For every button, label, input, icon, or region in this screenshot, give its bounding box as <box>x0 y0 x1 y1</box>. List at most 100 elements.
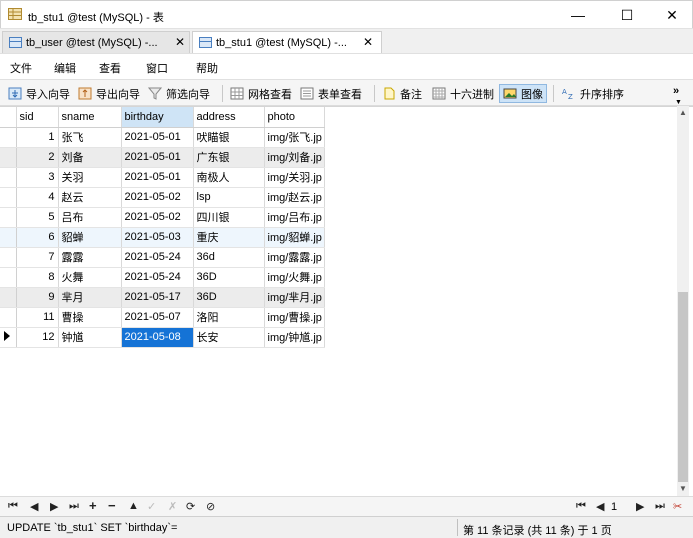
cell-birthday[interactable]: 2021-05-01 <box>121 127 194 148</box>
refresh-button[interactable]: ⟳ <box>186 500 195 513</box>
last-record-button[interactable]: ⏭ <box>69 500 79 513</box>
cell-sname[interactable]: 刘备 <box>58 147 122 168</box>
cell-photo[interactable]: img/火舞.jp <box>264 267 325 288</box>
cell-address[interactable]: 长安 <box>193 327 265 348</box>
cell-sid[interactable]: 9 <box>16 287 59 308</box>
table-row[interactable]: 8 火舞 2021-05-24 36D img/火舞.jp <box>0 267 325 288</box>
cell-photo[interactable]: img/关羽.jp <box>264 167 325 188</box>
column-header-sname[interactable]: sname <box>58 107 122 128</box>
cell-sname[interactable]: 赵云 <box>58 187 122 208</box>
menu-help[interactable]: 帮助 <box>196 60 218 76</box>
row-indicator[interactable] <box>0 127 17 148</box>
export-wizard-button[interactable]: 导出向导 <box>78 84 140 103</box>
import-wizard-button[interactable]: 导入向导 <box>8 84 70 103</box>
first-record-button[interactable]: ⏮ <box>8 500 18 513</box>
cell-sid[interactable]: 4 <box>16 187 59 208</box>
scrollbar-thumb[interactable] <box>678 292 688 482</box>
table-row[interactable]: 3 关羽 2021-05-01 南极人 img/关羽.jp <box>0 167 325 188</box>
page-number-input[interactable] <box>611 499 631 514</box>
close-tab-icon[interactable]: ✕ <box>175 35 185 49</box>
image-view-button[interactable]: 图像 <box>499 84 547 103</box>
row-indicator[interactable] <box>0 227 17 248</box>
maximize-button[interactable]: ☐ <box>612 5 642 25</box>
cell-photo[interactable]: img/露露.jp <box>264 247 325 268</box>
column-header-address[interactable]: address <box>193 107 265 128</box>
cell-sname[interactable]: 吕布 <box>58 207 122 228</box>
row-indicator[interactable] <box>0 287 17 308</box>
move-up-button[interactable]: ▲ <box>128 500 139 512</box>
menu-edit[interactable]: 编辑 <box>54 60 76 76</box>
row-indicator[interactable] <box>0 307 17 328</box>
cell-birthday[interactable]: 2021-05-07 <box>121 307 194 328</box>
cell-address[interactable]: 重庆 <box>193 227 265 248</box>
cell-address[interactable]: 吠瞄银 <box>193 127 265 148</box>
next-record-button[interactable]: ▶ <box>50 500 58 513</box>
cell-birthday[interactable]: 2021-05-08 <box>121 327 194 348</box>
cell-sid[interactable]: 3 <box>16 167 59 188</box>
cell-sid[interactable]: 6 <box>16 227 59 248</box>
cell-birthday[interactable]: 2021-05-02 <box>121 207 194 228</box>
tab-tb-user[interactable]: tb_user @test (MySQL) -... ✕ <box>2 31 190 54</box>
next-page-button[interactable]: ▶ <box>636 500 644 513</box>
cell-birthday[interactable]: 2021-05-03 <box>121 227 194 248</box>
table-row[interactable]: 7 露露 2021-05-24 36d img/露露.jp <box>0 247 325 268</box>
cell-sname[interactable]: 芈月 <box>58 287 122 308</box>
cell-sname[interactable]: 关羽 <box>58 167 122 188</box>
menu-window[interactable]: 窗口 <box>146 60 168 76</box>
form-view-button[interactable]: 表单查看 <box>300 84 362 103</box>
row-indicator[interactable] <box>0 167 17 188</box>
cell-address[interactable]: lsp <box>193 187 265 208</box>
cell-address[interactable]: 南极人 <box>193 167 265 188</box>
table-row[interactable]: 5 吕布 2021-05-02 四川银 img/吕布.jp <box>0 207 325 228</box>
cell-sid[interactable]: 7 <box>16 247 59 268</box>
cell-address[interactable]: 36D <box>193 287 265 308</box>
table-row[interactable]: 9 芈月 2021-05-17 36D img/芈月.jp <box>0 287 325 308</box>
cell-birthday[interactable]: 2021-05-01 <box>121 167 194 188</box>
cell-photo[interactable]: img/刘备.jp <box>264 147 325 168</box>
row-indicator[interactable] <box>0 267 17 288</box>
cell-birthday[interactable]: 2021-05-24 <box>121 267 194 288</box>
row-indicator[interactable] <box>0 327 17 348</box>
menu-view[interactable]: 查看 <box>99 60 121 76</box>
cell-photo[interactable]: img/赵云.jp <box>264 187 325 208</box>
cell-photo[interactable]: img/芈月.jp <box>264 287 325 308</box>
cell-sname[interactable]: 张飞 <box>58 127 122 148</box>
cell-birthday[interactable]: 2021-05-02 <box>121 187 194 208</box>
cell-sid[interactable]: 12 <box>16 327 59 348</box>
apply-changes-button[interactable]: ✓ <box>147 500 156 513</box>
cell-sname[interactable]: 曹操 <box>58 307 122 328</box>
table-row[interactable]: 6 貂蝉 2021-05-03 重庆 img/貂蝉.jp <box>0 227 325 248</box>
cell-address[interactable]: 36D <box>193 267 265 288</box>
grid-view-button[interactable]: 网格查看 <box>230 84 292 103</box>
cell-sid[interactable]: 1 <box>16 127 59 148</box>
column-header-birthday[interactable]: birthday <box>121 107 194 128</box>
column-header-sid[interactable]: sid <box>16 107 59 128</box>
cell-address[interactable]: 广东银 <box>193 147 265 168</box>
cell-sname[interactable]: 露露 <box>58 247 122 268</box>
cell-sid[interactable]: 8 <box>16 267 59 288</box>
close-tab-icon[interactable]: ✕ <box>363 35 373 49</box>
cell-photo[interactable]: img/曹操.jp <box>264 307 325 328</box>
cell-sname[interactable]: 貂蝉 <box>58 227 122 248</box>
cell-sname[interactable]: 钟馗 <box>58 327 122 348</box>
close-window-button[interactable]: ✕ <box>657 5 687 25</box>
row-indicator[interactable] <box>0 187 17 208</box>
row-indicator[interactable] <box>0 207 17 228</box>
previous-record-button[interactable]: ◀ <box>30 500 38 513</box>
stop-button[interactable]: ⊘ <box>206 500 215 513</box>
cell-birthday[interactable]: 2021-05-17 <box>121 287 194 308</box>
menu-file[interactable]: 文件 <box>10 60 32 76</box>
discard-changes-button[interactable]: ✗ <box>168 500 177 513</box>
column-header-photo[interactable]: photo <box>264 107 325 128</box>
cell-sid[interactable]: 2 <box>16 147 59 168</box>
cell-sid[interactable]: 5 <box>16 207 59 228</box>
row-indicator[interactable] <box>0 147 17 168</box>
previous-page-button[interactable]: ◀ <box>596 500 604 513</box>
cell-birthday[interactable]: 2021-05-01 <box>121 147 194 168</box>
table-row[interactable]: 2 刘备 2021-05-01 广东银 img/刘备.jp <box>0 147 325 168</box>
cell-address[interactable]: 36d <box>193 247 265 268</box>
memo-button[interactable]: 备注 <box>382 84 422 103</box>
row-indicator[interactable] <box>0 247 17 268</box>
settings-icon[interactable]: ✂ <box>673 500 682 513</box>
cell-photo[interactable]: img/钟馗.jp <box>264 327 325 348</box>
